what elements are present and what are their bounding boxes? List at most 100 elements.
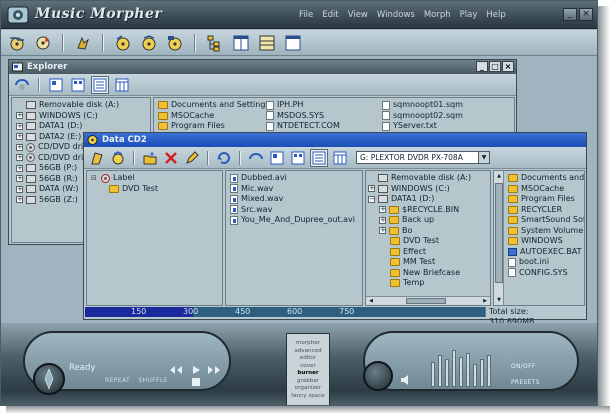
cd-label-row[interactable]: ⊟ Label bbox=[91, 173, 222, 184]
cd-file-item[interactable]: Dubbed.avi bbox=[230, 173, 362, 184]
presets-label[interactable]: PRESETS bbox=[511, 379, 540, 386]
explorer-minimize-button[interactable]: _ bbox=[476, 61, 488, 72]
small-icons-icon[interactable] bbox=[289, 149, 307, 167]
new-folder-icon[interactable] bbox=[141, 149, 159, 167]
file-list-item[interactable]: sqmnoopt01.sqm bbox=[382, 100, 463, 111]
explorer-details-view-icon[interactable] bbox=[113, 76, 131, 94]
file-list-item[interactable]: Documents and Settings bbox=[158, 100, 270, 111]
source-file-item[interactable]: CONFIG.SYS bbox=[508, 268, 584, 279]
equalizer-sliders[interactable] bbox=[431, 341, 495, 387]
source-file-item[interactable]: System Volume Inforr bbox=[508, 226, 584, 237]
tree-view-icon[interactable] bbox=[205, 33, 225, 53]
add-files-icon[interactable] bbox=[88, 149, 106, 167]
expand-toggle[interactable]: + bbox=[16, 143, 23, 151]
mode-option[interactable]: cover bbox=[287, 363, 329, 371]
audio-cd-icon[interactable] bbox=[113, 33, 133, 53]
close-button[interactable]: × bbox=[579, 8, 593, 21]
mode-option[interactable]: morpher bbox=[287, 340, 329, 348]
eq-slider[interactable] bbox=[438, 354, 442, 387]
source-tree-item[interactable]: Effect bbox=[368, 247, 490, 258]
expand-toggle[interactable]: − bbox=[368, 195, 375, 203]
mode-option[interactable]: burner bbox=[287, 370, 329, 378]
source-file-item[interactable]: MSOCache bbox=[508, 184, 584, 195]
burn-disc-icon[interactable] bbox=[33, 33, 53, 53]
expand-toggle[interactable]: + bbox=[16, 196, 23, 204]
delete-icon[interactable] bbox=[162, 149, 180, 167]
title-bar[interactable]: Music Morpher File Edit View Windows Mor… bbox=[1, 1, 597, 29]
source-tree-item[interactable]: New Briefcase bbox=[368, 268, 490, 279]
cd-file-item[interactable]: You_Me_And_Dupree_out.avi bbox=[230, 215, 362, 226]
repeat-label[interactable]: REPEAT bbox=[105, 377, 130, 384]
expand-toggle[interactable]: + bbox=[379, 206, 386, 214]
mp3-cd-icon[interactable] bbox=[139, 33, 159, 53]
video-cd-icon[interactable] bbox=[165, 33, 185, 53]
large-icons-icon[interactable] bbox=[268, 149, 286, 167]
menu-file[interactable]: File bbox=[299, 10, 313, 20]
explorer-close-button[interactable]: × bbox=[502, 61, 514, 72]
details-view-icon[interactable] bbox=[331, 149, 349, 167]
cd-file-item[interactable]: Src.wav bbox=[230, 205, 362, 216]
menu-play[interactable]: Play bbox=[460, 10, 478, 20]
eq-slider[interactable] bbox=[480, 359, 484, 387]
file-list-item[interactable]: MSOCache bbox=[158, 111, 270, 122]
speaker-icon[interactable] bbox=[397, 373, 415, 387]
expand-toggle[interactable]: + bbox=[16, 164, 23, 172]
rip-icon[interactable] bbox=[73, 33, 93, 53]
previous-icon[interactable] bbox=[167, 363, 185, 377]
expand-toggle[interactable]: + bbox=[16, 185, 23, 193]
tree-item[interactable]: + WINDOWS (C:) bbox=[16, 111, 150, 122]
file-list-item[interactable]: NTDETECT.COM bbox=[266, 121, 340, 132]
expand-toggle[interactable]: + bbox=[16, 154, 23, 162]
menu-windows[interactable]: Windows bbox=[377, 10, 415, 20]
expand-toggle[interactable]: + bbox=[379, 216, 386, 224]
source-file-item[interactable]: RECYCLER bbox=[508, 205, 584, 216]
mode-option[interactable]: organizer bbox=[287, 385, 329, 393]
explorer-maximize-button[interactable]: □ bbox=[489, 61, 501, 72]
source-file-item[interactable]: SmartSound Software bbox=[508, 215, 584, 226]
file-list-item[interactable]: IPH.PH bbox=[266, 100, 340, 111]
mode-option[interactable]: advanced bbox=[287, 348, 329, 356]
mode-option[interactable]: fancy space bbox=[287, 393, 329, 401]
file-list-item[interactable]: sqmnoopt02.sqm bbox=[382, 111, 463, 122]
source-tree-item[interactable]: DVD Test bbox=[368, 236, 490, 247]
next-icon[interactable] bbox=[205, 363, 223, 377]
rename-icon[interactable] bbox=[183, 149, 201, 167]
vertical-scrollbar[interactable]: ▲ ▼ bbox=[494, 171, 504, 305]
source-tree-item[interactable]: + Bo bbox=[368, 226, 490, 237]
eq-slider[interactable] bbox=[487, 354, 491, 387]
cd-file-item[interactable]: Mixed.wav bbox=[230, 194, 362, 205]
expand-toggle[interactable]: + bbox=[16, 122, 23, 130]
cd-tree-item[interactable]: DVD Test bbox=[91, 184, 222, 195]
mode-option[interactable]: editor bbox=[287, 355, 329, 363]
list-view-icon[interactable] bbox=[310, 148, 328, 167]
explorer-title-bar[interactable]: Explorer _ □ × bbox=[9, 60, 516, 74]
file-list-item[interactable]: MSDOS.SYS bbox=[266, 111, 340, 122]
explorer-large-icons-icon[interactable] bbox=[47, 76, 65, 94]
eq-slider[interactable] bbox=[452, 350, 456, 387]
explorer-list-view-icon[interactable] bbox=[91, 75, 109, 94]
cd-file-item[interactable]: Mic.wav bbox=[230, 184, 362, 195]
source-file-item[interactable]: Documents and Settin bbox=[508, 173, 584, 184]
data-cd-title-bar[interactable]: Data CD2 bbox=[84, 133, 586, 147]
file-list-item[interactable]: YServer.txt bbox=[382, 121, 463, 132]
volume-knob[interactable] bbox=[33, 363, 65, 395]
menu-edit[interactable]: Edit bbox=[322, 10, 338, 20]
split-view-icon[interactable] bbox=[231, 33, 251, 53]
source-tree-item[interactable]: +Removable disk (A:) bbox=[368, 173, 490, 184]
menu-morph[interactable]: Morph bbox=[424, 10, 451, 20]
eq-slider[interactable] bbox=[473, 364, 477, 387]
menu-help[interactable]: Help bbox=[486, 10, 505, 20]
source-tree-item[interactable]: + WINDOWS (C:) bbox=[368, 184, 490, 195]
refresh-icon[interactable] bbox=[215, 149, 233, 167]
add-folder-icon[interactable] bbox=[109, 149, 127, 167]
explorer-small-icons-icon[interactable] bbox=[69, 76, 87, 94]
menu-view[interactable]: View bbox=[348, 10, 368, 20]
source-tree-item[interactable]: − DATA1 (D:) bbox=[368, 194, 490, 205]
eq-slider[interactable] bbox=[431, 361, 435, 387]
expand-toggle[interactable]: + bbox=[368, 185, 375, 193]
tree-item[interactable]: + DATA1 (D:) bbox=[16, 121, 150, 132]
source-tree-item[interactable]: + Back up bbox=[368, 215, 490, 226]
source-tree-item[interactable]: MM Test bbox=[368, 257, 490, 268]
tree-horizontal-scrollbar[interactable]: ◀ ▶ bbox=[366, 296, 490, 305]
chevron-down-icon[interactable]: ▼ bbox=[478, 152, 489, 163]
